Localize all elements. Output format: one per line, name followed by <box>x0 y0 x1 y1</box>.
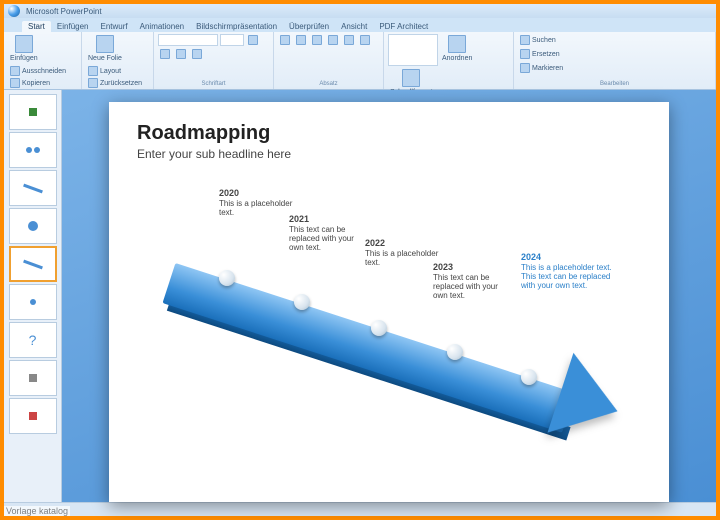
slide-title[interactable]: Roadmapping <box>137 122 641 145</box>
bullets-button[interactable] <box>278 34 292 46</box>
office-orb[interactable] <box>8 5 20 17</box>
copy-button[interactable]: Kopieren <box>8 77 82 89</box>
replace-button[interactable]: Ersetzen <box>518 48 562 60</box>
group-editing-label: Bearbeiten <box>518 81 711 87</box>
text-direction-button[interactable] <box>358 34 372 46</box>
ribbon: Einfügen Ausschneiden Kopieren Format üb… <box>4 32 716 90</box>
thumb-6[interactable] <box>9 284 57 320</box>
year-2020[interactable]: 2020 This is a placeholder text. <box>219 188 297 217</box>
arrange-icon <box>448 35 466 53</box>
year-2020-label: 2020 <box>219 188 297 198</box>
arrange-label: Anordnen <box>442 55 472 62</box>
italic-button[interactable] <box>158 48 172 60</box>
select-icon <box>520 63 530 73</box>
bold-icon <box>248 35 258 45</box>
tab-animationen[interactable]: Animationen <box>134 21 190 32</box>
align-left-button[interactable] <box>310 34 324 46</box>
reset-label: Zurücksetzen <box>100 80 142 87</box>
find-icon <box>520 35 530 45</box>
slide-subtitle[interactable]: Enter your sub headline here <box>137 147 641 161</box>
ribbon-tabs: Start Einfügen Entwurf Animationen Bilds… <box>4 18 716 32</box>
underline-button[interactable] <box>174 48 188 60</box>
thumb-8[interactable] <box>9 360 57 396</box>
pearl-2022 <box>371 320 387 336</box>
bullets-icon <box>280 35 290 45</box>
paste-label: Einfügen <box>10 55 38 62</box>
align-left-icon <box>312 35 322 45</box>
paste-button[interactable]: Einfügen <box>8 34 40 63</box>
find-button[interactable]: Suchen <box>518 34 558 46</box>
group-font-label: Schriftart <box>158 81 269 87</box>
powerpoint-window: Microsoft PowerPoint Start Einfügen Entw… <box>4 4 716 516</box>
select-label: Markieren <box>532 65 563 72</box>
tab-pdf[interactable]: PDF Architect <box>373 21 434 32</box>
thumb-5[interactable] <box>9 246 57 282</box>
pearl-2020 <box>219 270 235 286</box>
pearl-2023 <box>447 344 463 360</box>
font-size-select[interactable] <box>220 34 244 46</box>
new-slide-button[interactable]: Neue Folie <box>86 34 124 63</box>
thumb-1[interactable] <box>9 94 57 130</box>
slide-canvas[interactable]: Roadmapping Enter your sub headline here… <box>109 102 669 502</box>
pearl-2021 <box>294 294 310 310</box>
replace-icon <box>520 49 530 59</box>
reset-button[interactable]: Zurücksetzen <box>86 77 144 89</box>
underline-icon <box>176 49 186 59</box>
title-bar: Microsoft PowerPoint <box>4 4 716 18</box>
tab-ansicht[interactable]: Ansicht <box>335 21 373 32</box>
italic-icon <box>160 49 170 59</box>
font-color-icon <box>192 49 202 59</box>
arrange-button[interactable]: Anordnen <box>440 34 474 63</box>
bold-button[interactable] <box>246 34 260 46</box>
find-label: Suchen <box>532 37 556 44</box>
align-center-icon <box>328 35 338 45</box>
thumb-4[interactable] <box>9 208 57 244</box>
select-button[interactable]: Markieren <box>518 62 565 74</box>
tab-ueberpruefen[interactable]: Überprüfen <box>283 21 335 32</box>
thumb-9[interactable] <box>9 398 57 434</box>
status-bar <box>4 502 716 516</box>
new-slide-icon <box>96 35 114 53</box>
shapes-gallery[interactable] <box>388 34 438 66</box>
slide-thumbnails: ? <box>4 90 62 502</box>
app-title: Microsoft PowerPoint <box>26 7 102 16</box>
align-right-icon <box>344 35 354 45</box>
copy-icon <box>10 78 20 88</box>
tab-praesentation[interactable]: Bildschirmpräsentation <box>190 21 283 32</box>
thumb-7[interactable]: ? <box>9 322 57 358</box>
layout-label: Layout <box>100 68 121 75</box>
font-family-select[interactable] <box>158 34 218 46</box>
thumb-2[interactable] <box>9 132 57 168</box>
text-direction-icon <box>360 35 370 45</box>
numbering-icon <box>296 35 306 45</box>
tab-entwurf[interactable]: Entwurf <box>95 21 134 32</box>
overlay-caption: Vorlage katalog <box>4 506 70 516</box>
new-slide-label: Neue Folie <box>88 55 122 62</box>
year-2020-text: This is a placeholder text. <box>219 199 297 217</box>
reset-icon <box>88 78 98 88</box>
align-right-button[interactable] <box>342 34 356 46</box>
numbering-button[interactable] <box>294 34 308 46</box>
cut-icon <box>10 66 20 76</box>
thumb-3[interactable] <box>9 170 57 206</box>
layout-button[interactable]: Layout <box>86 65 144 77</box>
cut-button[interactable]: Ausschneiden <box>8 65 82 77</box>
quickstyles-icon <box>402 69 420 87</box>
align-center-button[interactable] <box>326 34 340 46</box>
tab-start[interactable]: Start <box>22 21 51 32</box>
tab-einfuegen[interactable]: Einfügen <box>51 21 95 32</box>
group-paragraph-label: Absatz <box>278 81 379 87</box>
layout-icon <box>88 66 98 76</box>
paste-icon <box>15 35 33 53</box>
year-2021-label: 2021 <box>289 214 367 224</box>
font-color-button[interactable] <box>190 48 204 60</box>
cut-label: Ausschneiden <box>22 68 66 75</box>
copy-label: Kopieren <box>22 80 50 87</box>
replace-label: Ersetzen <box>532 51 560 58</box>
roadmap-arrow[interactable] <box>149 242 629 462</box>
pearl-2024 <box>521 369 537 385</box>
